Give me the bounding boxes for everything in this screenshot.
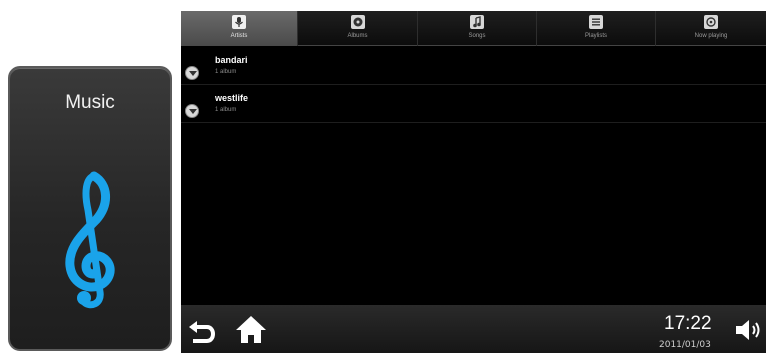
bottom-bar: 17:22 2011/01/03 (181, 305, 766, 353)
microphone-icon (232, 15, 246, 29)
tab-now-playing-label: Now playing (694, 33, 728, 39)
artist-album-count: 1 album (215, 107, 237, 113)
artist-album-count: 1 album (215, 69, 237, 75)
tab-songs[interactable]: Songs (418, 11, 537, 46)
tab-playlists-label: Playlists (584, 33, 607, 39)
album-icon (350, 15, 365, 29)
tab-albums-label: Albums (347, 33, 368, 39)
music-note-icon (470, 15, 484, 29)
music-widget-title: Music (65, 92, 115, 113)
clock-date: 2011/01/03 (659, 340, 711, 350)
tab-artists-label: Artists (230, 33, 248, 39)
playlist-icon (589, 15, 603, 29)
artist-name: westlife (215, 93, 249, 103)
music-app-screen: Artists Albums Songs Playlists Now playi… (181, 11, 766, 353)
music-widget-card[interactable]: Music (8, 66, 172, 351)
artist-name: bandari (215, 55, 248, 65)
tab-playlists[interactable]: Playlists (537, 11, 656, 46)
home-icon[interactable] (235, 315, 267, 343)
artist-row[interactable]: westlife 1 album (181, 85, 766, 123)
volume-icon[interactable] (734, 317, 764, 343)
back-arrow-icon[interactable] (187, 315, 219, 343)
tab-albums[interactable]: Albums (298, 11, 418, 46)
artist-list: bandari 1 album westlife 1 album (181, 47, 766, 123)
tab-now-playing[interactable]: Now playing (656, 11, 766, 46)
expand-arrow-icon[interactable] (185, 104, 199, 118)
treble-clef-icon (65, 171, 115, 309)
tab-artists[interactable]: Artists (181, 11, 298, 46)
expand-arrow-icon[interactable] (185, 66, 199, 80)
tab-songs-label: Songs (468, 33, 486, 39)
artist-row[interactable]: bandari 1 album (181, 47, 766, 85)
now-playing-icon (704, 15, 718, 29)
clock-time: 17:22 (664, 313, 712, 334)
library-tab-bar: Artists Albums Songs Playlists Now playi… (181, 11, 766, 46)
